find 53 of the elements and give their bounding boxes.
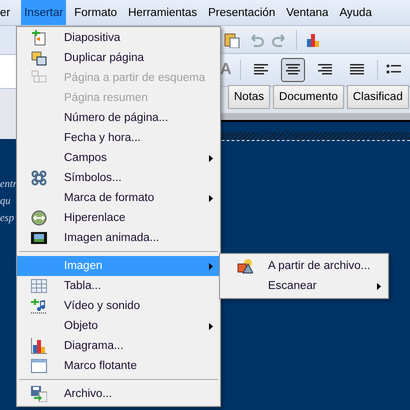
view-tab[interactable]: Notas	[228, 85, 270, 109]
symbols-icon	[31, 170, 47, 186]
menu-item[interactable]: Objeto	[17, 316, 220, 336]
floating-frame-icon	[31, 358, 47, 374]
menu-bar-item[interactable]: Ayuda	[336, 0, 375, 25]
submenu-arrow-icon	[209, 323, 213, 330]
menu-bar-item[interactable]: Herramientas	[125, 0, 200, 25]
new-slide-icon	[31, 30, 47, 46]
menu-bar-item[interactable]: Formato	[71, 0, 120, 25]
menu-item[interactable]: Marca de formato	[17, 188, 220, 208]
slide-text: esp	[0, 213, 14, 224]
menu-item[interactable]: Símbolos...	[17, 168, 220, 188]
view-tab[interactable]: Documento	[273, 85, 344, 109]
slide-text: qu	[0, 196, 10, 207]
menu-item[interactable]: Fecha y hora...	[17, 128, 220, 148]
bar-chart-icon	[31, 338, 47, 354]
menu-item[interactable]: Vídeo y sonido	[17, 296, 220, 316]
menu-item[interactable]: A partir de archivo...	[220, 256, 388, 276]
align-icon	[350, 64, 364, 76]
menu-item[interactable]: Diagrama...	[17, 336, 220, 356]
menu-item[interactable]: Tabla...	[17, 276, 220, 296]
menu-item[interactable]: Campos	[17, 148, 220, 168]
menu-item[interactable]: Hiperenlace	[17, 208, 220, 228]
align-icon	[286, 64, 300, 76]
video-sound-icon	[31, 298, 47, 314]
submenu-arrow-icon	[377, 283, 381, 290]
menu-bar-item[interactable]: Insertar	[21, 0, 66, 25]
save-file-icon	[31, 386, 47, 402]
align-button[interactable]	[280, 58, 305, 82]
menu-item[interactable]: Número de página...	[17, 108, 220, 128]
menu-item[interactable]: Escanear	[220, 276, 388, 296]
submenu-arrow-icon	[209, 195, 213, 202]
menu-bar-item[interactable]: Presentación	[205, 0, 278, 25]
menu-item[interactable]: Duplicar página	[17, 48, 220, 68]
view-tab[interactable]: Clasificad	[346, 85, 409, 109]
image-icon	[237, 258, 253, 274]
submenu-arrow-icon	[209, 155, 213, 162]
film-strip-icon	[31, 230, 47, 246]
menu-item[interactable]: Archivo...	[17, 384, 220, 404]
slide-text: entr	[0, 179, 17, 190]
bar-chart-icon	[305, 32, 321, 48]
menu-item[interactable]: Diapositiva	[17, 28, 220, 48]
menu-item[interactable]: Imagen animada...	[17, 228, 220, 248]
hyperlink-icon	[31, 210, 47, 226]
align-icon	[254, 64, 268, 76]
menu-bar-item[interactable]: er	[0, 0, 14, 25]
menu-bar-item[interactable]: Ventana	[283, 0, 332, 25]
menu-item[interactable]: Marco flotante	[17, 356, 220, 376]
clipboard-icon	[224, 32, 240, 48]
table-icon	[31, 278, 47, 294]
submenu-arrow-icon	[209, 263, 213, 270]
align-icon	[318, 64, 332, 76]
duplicate-page-icon	[31, 50, 47, 66]
